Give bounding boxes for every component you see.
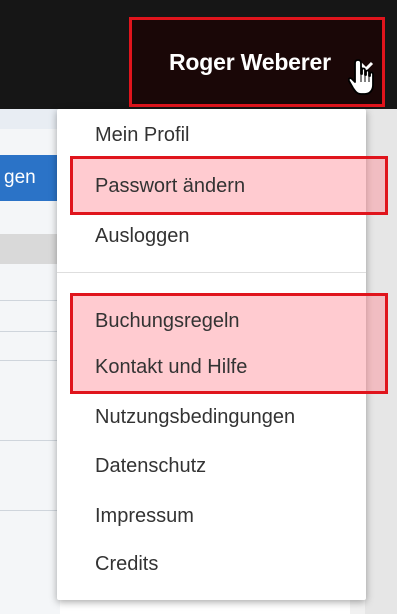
background-button-label: gen xyxy=(4,167,36,188)
menu-item-buchungsregeln[interactable]: Buchungsregeln xyxy=(95,310,240,333)
menu-item-credits[interactable]: Credits xyxy=(95,553,158,576)
background-divider xyxy=(0,510,60,511)
user-menu-toggle[interactable]: Roger Weberer xyxy=(129,17,385,107)
hand-cursor-icon xyxy=(348,59,374,95)
menu-divider xyxy=(57,272,366,273)
menu-item-nutzungsbedingungen[interactable]: Nutzungsbedingungen xyxy=(95,406,295,429)
menu-item-kontakt-und-hilfe[interactable]: Kontakt und Hilfe xyxy=(95,356,247,379)
menu-item-ausloggen[interactable]: Ausloggen xyxy=(95,225,190,248)
top-navbar: Roger Weberer xyxy=(0,0,397,109)
background-button[interactable]: gen xyxy=(0,155,58,201)
background-divider xyxy=(0,300,60,301)
menu-item-mein-profil[interactable]: Mein Profil xyxy=(95,124,189,147)
background-divider xyxy=(0,440,60,441)
user-name: Roger Weberer xyxy=(169,49,331,75)
background-divider xyxy=(0,360,60,361)
background-header-row xyxy=(0,109,60,129)
background-row xyxy=(0,234,60,264)
background-divider xyxy=(0,331,60,332)
menu-item-passwort-aendern[interactable]: Passwort ändern xyxy=(95,175,245,198)
menu-item-datenschutz[interactable]: Datenschutz xyxy=(95,455,206,478)
menu-item-impressum[interactable]: Impressum xyxy=(95,505,194,528)
